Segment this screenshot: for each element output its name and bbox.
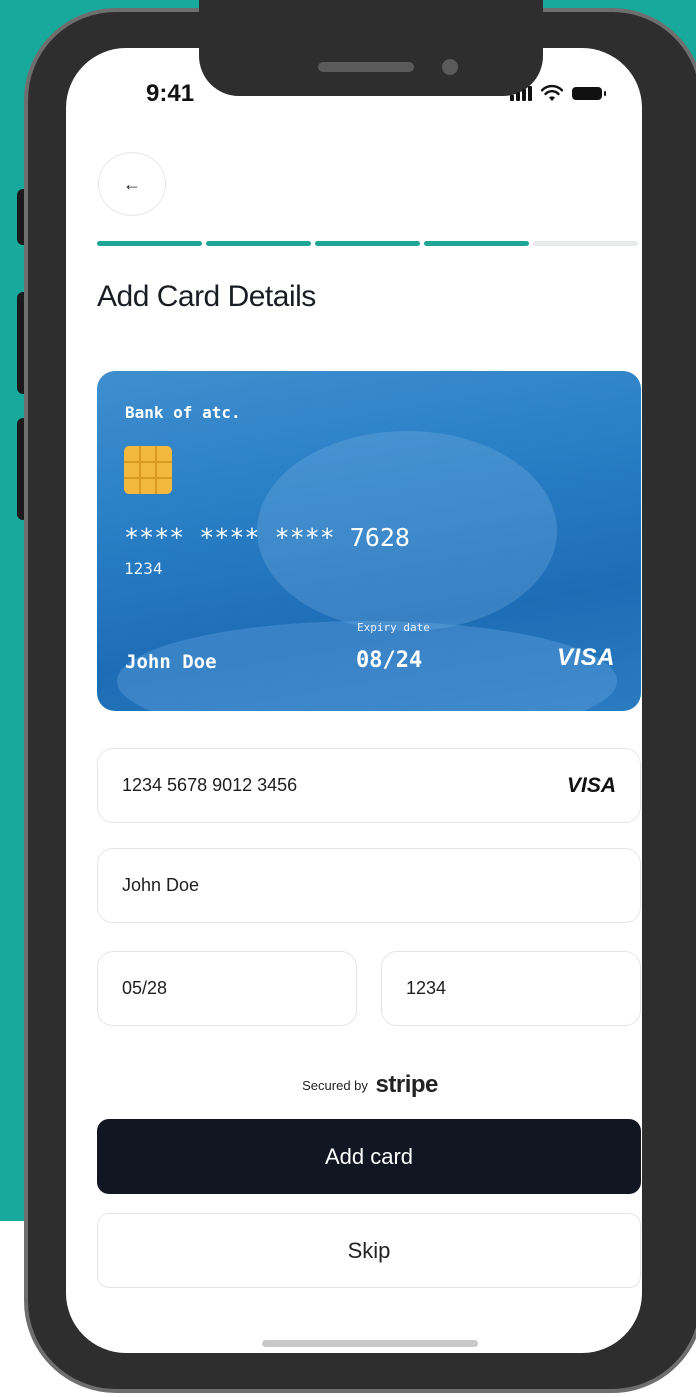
page-title: Add Card Details [97,280,316,313]
card-number-value: 1234 5678 9012 3456 [122,775,298,795]
expiry-field[interactable]: 05/28 [97,951,357,1026]
card-number-masked: **** **** **** 7628 [124,523,410,552]
card-expiry-label: Expiry date [357,621,430,634]
add-card-button[interactable]: Add card [97,1119,641,1194]
speaker [318,62,414,72]
progress-step [97,241,202,246]
card-holder-name: John Doe [125,651,217,673]
skip-button[interactable]: Skip [97,1213,641,1288]
status-time: 9:41 [146,80,195,107]
camera [442,59,458,75]
progress-step [533,241,638,246]
add-card-label: Add card [324,1143,414,1169]
secured-label: Secured by [302,1078,368,1093]
cardholder-name-field[interactable]: John Doe [97,848,641,923]
battery-icon [572,86,606,100]
arrow-left-icon: ← [123,173,141,194]
signal-icon [510,85,532,101]
home-indicator [262,1340,478,1347]
notch [199,0,543,96]
wifi-icon [540,84,564,101]
progress-step [424,241,529,246]
status-icons [510,84,606,102]
skip-label: Skip [347,1237,391,1263]
cvv-field[interactable]: 1234 [381,951,641,1026]
visa-logo: VISA [566,773,616,797]
cardholder-name-value: John Doe [122,875,200,895]
chip-icon [124,446,172,494]
progress-step [315,241,420,246]
secured-by-stripe: Secured by stripe [0,1071,696,1099]
stripe-logo: stripe [375,1071,439,1098]
back-button[interactable]: ← [98,152,166,216]
cvv-value: 1234 [406,978,447,998]
card-preview: Bank of atc. **** **** **** 7628 1234 Ex… [97,371,641,711]
expiry-value: 05/28 [122,978,168,998]
progress-step [206,241,311,246]
progress-bar [97,241,638,246]
card-cvv: 1234 [124,559,163,578]
card-bank-name: Bank of atc. [125,403,241,422]
card-expiry: 08/24 [356,648,423,673]
card-number-field[interactable]: 1234 5678 9012 3456 VISA [97,748,641,823]
visa-logo: VISA [556,644,615,671]
